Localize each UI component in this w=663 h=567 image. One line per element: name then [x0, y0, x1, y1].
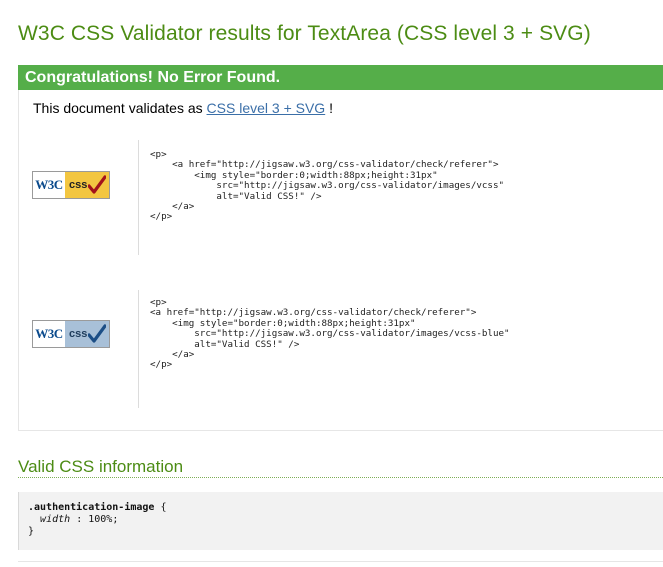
css-text: css [69, 179, 88, 191]
valid-css-badge-gold: W3C css [32, 171, 110, 199]
validation-prefix: This document validates as [33, 100, 203, 116]
badge-snippet-blue: <p> <a href="http://jigsaw.w3.org/css-va… [150, 297, 510, 371]
w3c-logo: W3C [33, 172, 65, 198]
css-text: css [69, 328, 88, 340]
css-separator: : [76, 514, 83, 525]
css-source-code: .authentication-image { width : 100%; } [28, 502, 167, 538]
css-badge-label: css [65, 321, 109, 347]
results-panel [18, 90, 663, 430]
css-selector: .authentication-image [28, 502, 155, 513]
w3c-logo: W3C [33, 321, 65, 347]
code-divider [138, 140, 139, 255]
success-banner: Congratulations! No Error Found. [18, 65, 663, 90]
page-title: W3C CSS Validator results for TextArea (… [18, 22, 591, 45]
validator-results-page: W3C CSS Validator results for TextArea (… [0, 0, 663, 567]
heading-underline [18, 477, 663, 478]
open-brace: { [160, 502, 167, 513]
valid-css-heading: Valid CSS information [18, 457, 184, 476]
valid-css-badge-blue: W3C css [32, 320, 110, 348]
checkmark-icon [88, 324, 106, 343]
code-divider [138, 290, 139, 408]
css-value: 100%; [88, 514, 119, 525]
close-brace: } [28, 526, 35, 537]
badge-snippet-gold: <p> <a href="http://jigsaw.w3.org/css-va… [150, 149, 505, 223]
css-badge-label: css [65, 172, 109, 198]
checkmark-icon [88, 175, 106, 194]
css-property: width [40, 514, 71, 525]
validation-statement: This document validates as CSS level 3 +… [33, 100, 333, 116]
validation-suffix: ! [329, 100, 333, 116]
section-separator [18, 430, 663, 431]
bottom-separator [18, 561, 663, 562]
css-level-link[interactable]: CSS level 3 + SVG [207, 100, 326, 116]
